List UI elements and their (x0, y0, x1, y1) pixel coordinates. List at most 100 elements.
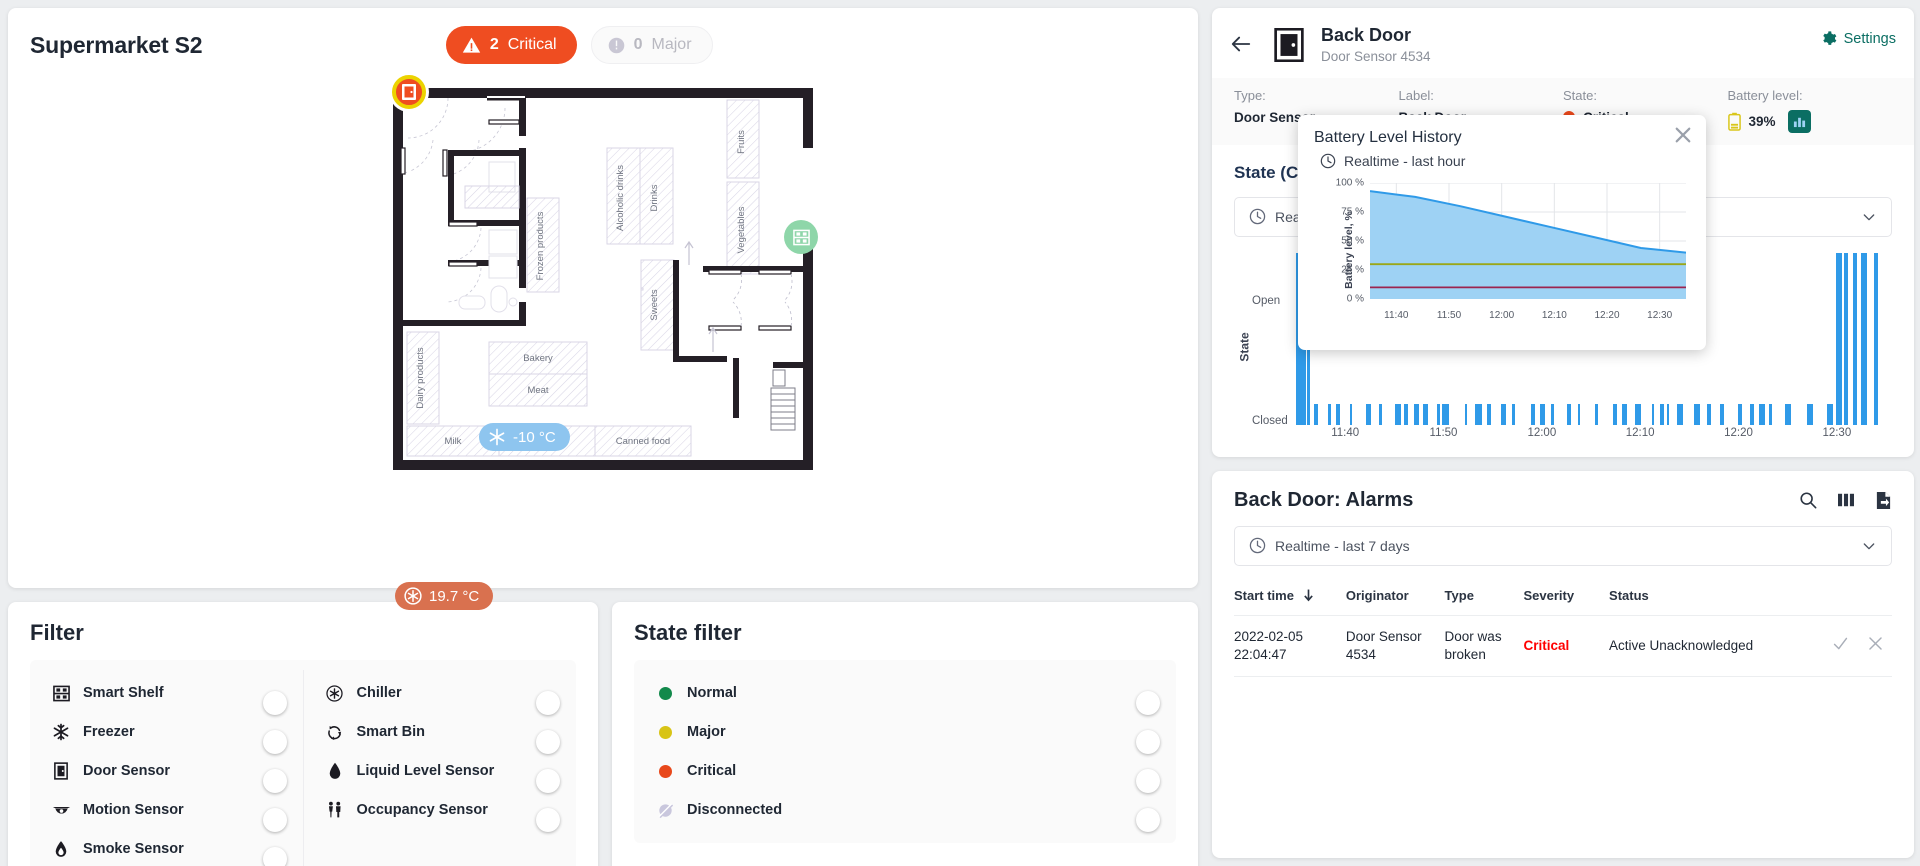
state-bar (1328, 404, 1331, 425)
state-bar (1861, 253, 1867, 425)
state-bar (1501, 404, 1506, 425)
state-bar (1442, 404, 1449, 425)
state-bar (1622, 404, 1627, 425)
battery-chart-svg (1370, 183, 1686, 299)
state-bar (1475, 404, 1482, 425)
filter-box: Smart Shelf (30, 660, 576, 866)
back-arrow-icon[interactable] (1230, 33, 1252, 55)
table-row[interactable]: 2022-02-05 22:04:47 Door Sensor 4534 Doo… (1234, 615, 1892, 676)
state-bar (1807, 404, 1814, 425)
state-filter-item-major[interactable]: Major (652, 716, 1158, 748)
right-column: Back Door Door Sensor 4534 Settings Type… (1212, 8, 1914, 858)
state-bar (1531, 404, 1535, 425)
state-bar (1487, 404, 1491, 425)
battery-chart-plot (1370, 183, 1686, 299)
settings-button[interactable]: Settings (1820, 30, 1896, 47)
zone-label: Vegetables (736, 206, 747, 253)
state-chart-ylabel: State (1238, 332, 1252, 361)
zone-label: Drinks (649, 184, 660, 211)
device-name: Back Door (1321, 24, 1431, 47)
filter-item-chiller[interactable]: Chiller (322, 677, 559, 709)
property-battery: Battery level: 39% (1728, 88, 1893, 133)
search-icon[interactable] (1799, 491, 1817, 509)
state-chart-xtick: 12:00 (1527, 427, 1556, 439)
cell-start-time: 2022-02-05 22:04:47 (1234, 615, 1346, 676)
zone-label: Sweets (649, 289, 660, 320)
state-bar (1677, 404, 1682, 425)
critical-badge[interactable]: 2 Critical (446, 26, 577, 64)
filter-item-motion-sensor[interactable]: Motion Sensor (48, 794, 285, 826)
zone-label: Canned food (616, 436, 670, 447)
zone-label: Meat (527, 385, 548, 396)
column-header-start-time[interactable]: Start time (1234, 574, 1346, 616)
filter-item-freezer[interactable]: Freezer (48, 716, 285, 748)
filter-item-smart-shelf[interactable]: Smart Shelf (48, 677, 285, 709)
alarms-card: Back Door: Alarms (1212, 471, 1914, 859)
battery-history-popup[interactable]: Battery Level History Realtime - last ho… (1298, 115, 1706, 350)
cell-actions (1813, 615, 1892, 676)
occupancy-sensor-icon (322, 801, 348, 819)
device-subtitle: Door Sensor 4534 (1321, 49, 1431, 64)
state-bar (1844, 253, 1849, 425)
filter-item-liquid-level-sensor[interactable]: Liquid Level Sensor (322, 755, 559, 787)
column-header-originator[interactable]: Originator (1346, 574, 1445, 616)
dashboard-root: Supermarket S2 2 Critical (0, 0, 1920, 866)
filter-item-occupancy-sensor[interactable]: Occupancy Sensor (322, 794, 559, 826)
state-chart-xtick: 12:20 (1724, 427, 1753, 439)
export-file-icon[interactable] (1875, 491, 1892, 510)
column-header-status[interactable]: Status (1609, 574, 1813, 616)
battery-chart-ytick: 50 % (1341, 236, 1364, 247)
settings-label: Settings (1844, 31, 1896, 47)
state-filter-label: Normal (687, 685, 737, 701)
alarms-header-row: Start time Originator Type Severity Stat… (1234, 574, 1892, 616)
door-sensor-icon (48, 762, 74, 780)
filter-item-smoke-sensor[interactable]: Smoke Sensor (48, 833, 285, 865)
alarms-timerange-select[interactable]: Realtime - last 7 days (1234, 526, 1892, 566)
freezer-icon (48, 723, 74, 741)
alarms-timerange-value: Realtime - last 7 days (1275, 538, 1410, 554)
chiller-icon (322, 685, 348, 702)
state-bar (1512, 404, 1515, 425)
smart-shelf-pin[interactable] (784, 220, 818, 254)
disconnected-icon (652, 803, 678, 818)
state-bar (1667, 404, 1669, 425)
floorplan-canvas[interactable]: Fruits Vegetables Alcoholic drinks Drink… (8, 70, 1198, 575)
state-bar (1613, 404, 1617, 425)
state-filter-item-normal[interactable]: Normal (652, 677, 1158, 709)
state-bar (1853, 253, 1857, 425)
popup-timerange: Realtime - last hour (1344, 153, 1465, 169)
close-icon[interactable] (1674, 126, 1692, 144)
column-header-type[interactable]: Type (1445, 574, 1524, 616)
floorplan-header: Supermarket S2 2 Critical (30, 26, 1176, 64)
filter-label: Freezer (83, 724, 135, 740)
filter-item-smart-bin[interactable]: Smart Bin (322, 716, 559, 748)
door-sensor-pin[interactable] (392, 75, 426, 109)
filter-column-right: Chiller (303, 670, 577, 866)
chiller-temp-chip[interactable]: 19.7 °C (395, 582, 493, 610)
motion-sensor-icon (48, 803, 74, 818)
state-filter-item-disconnected[interactable]: Disconnected (652, 794, 1158, 826)
state-chart-ytick: Open (1252, 295, 1280, 307)
state-bar (1769, 404, 1772, 425)
chiller-temp-value: 19.7 °C (429, 588, 479, 605)
acknowledge-check-icon[interactable] (1832, 635, 1849, 652)
state-filter-item-critical[interactable]: Critical (652, 755, 1158, 787)
major-badge[interactable]: 0 Major (591, 26, 713, 64)
status-dot-critical-icon (652, 765, 678, 778)
freezer-temp-chip[interactable]: -10 °C (479, 423, 570, 451)
battery-chart-ytick: 25 % (1341, 265, 1364, 276)
shelf-icon (793, 229, 810, 246)
clear-close-icon[interactable] (1867, 635, 1884, 652)
alarms-title: Back Door: Alarms (1234, 489, 1413, 512)
column-header-severity[interactable]: Severity (1524, 574, 1610, 616)
columns-icon[interactable] (1837, 492, 1855, 508)
battery-history-button[interactable] (1788, 110, 1811, 133)
smart-shelf-icon (48, 685, 74, 702)
state-bar (1874, 253, 1878, 425)
device-title-group: Back Door Door Sensor 4534 (1321, 24, 1431, 64)
state-bar (1366, 404, 1371, 425)
state-bar (1635, 404, 1641, 425)
clock-icon (1320, 153, 1336, 169)
filter-item-door-sensor[interactable]: Door Sensor (48, 755, 285, 787)
column-label: Type (1445, 588, 1474, 603)
